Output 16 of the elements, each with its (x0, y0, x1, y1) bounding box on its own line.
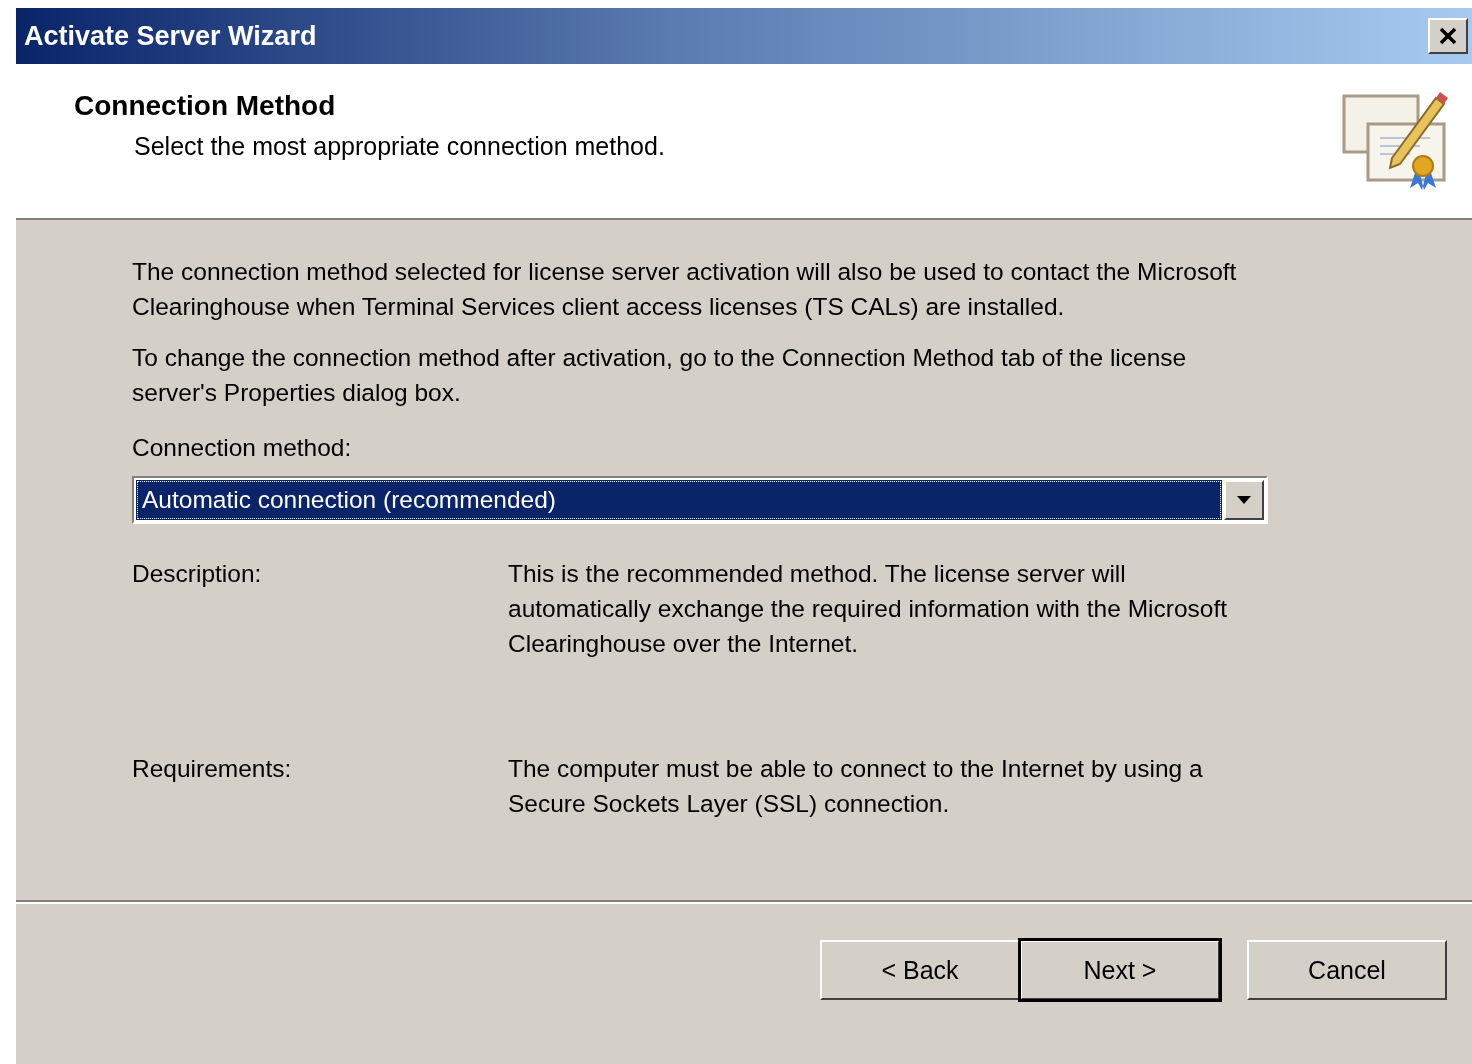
connection-method-dropdown[interactable]: Automatic connection (recommended) (132, 476, 1268, 524)
detail-text: The computer must be able to connect to the Internet by using a Secure Sockets Layer (SSL) connection. (508, 754, 1204, 819)
instruction-text: The connection method selected for license server activation will also be used to contact the Microsoft Clearinghouse when Terminal Services client access licenses (TS CALs) are installed. (132, 257, 1238, 322)
wizard-button[interactable]: Next > (1020, 940, 1220, 1000)
field-label: Connection method: (132, 434, 353, 462)
page-title: Connection Method (74, 90, 337, 122)
wizard-button[interactable]: Cancel (1247, 940, 1447, 1000)
window-title: Activate Server Wizard (24, 20, 317, 52)
detail-label: Requirements: (132, 754, 293, 784)
close-button[interactable] (1428, 18, 1468, 54)
page-subtitle: Select the most appropriate connection method. (134, 132, 665, 161)
detail-label: Description: (132, 559, 263, 589)
instruction-text: To change the connection method after activation, go to the Connection Method tab of the license server's Properties dialog box. (132, 343, 1188, 408)
dropdown-value: Automatic connection (recommended) (136, 480, 1222, 520)
detail-text: This is the recommended method. The license server will automatically exchange the required information with the Microsoft Clearinghouse over the Internet. (508, 559, 1229, 659)
wizard-button[interactable]: < Back (820, 940, 1020, 1000)
